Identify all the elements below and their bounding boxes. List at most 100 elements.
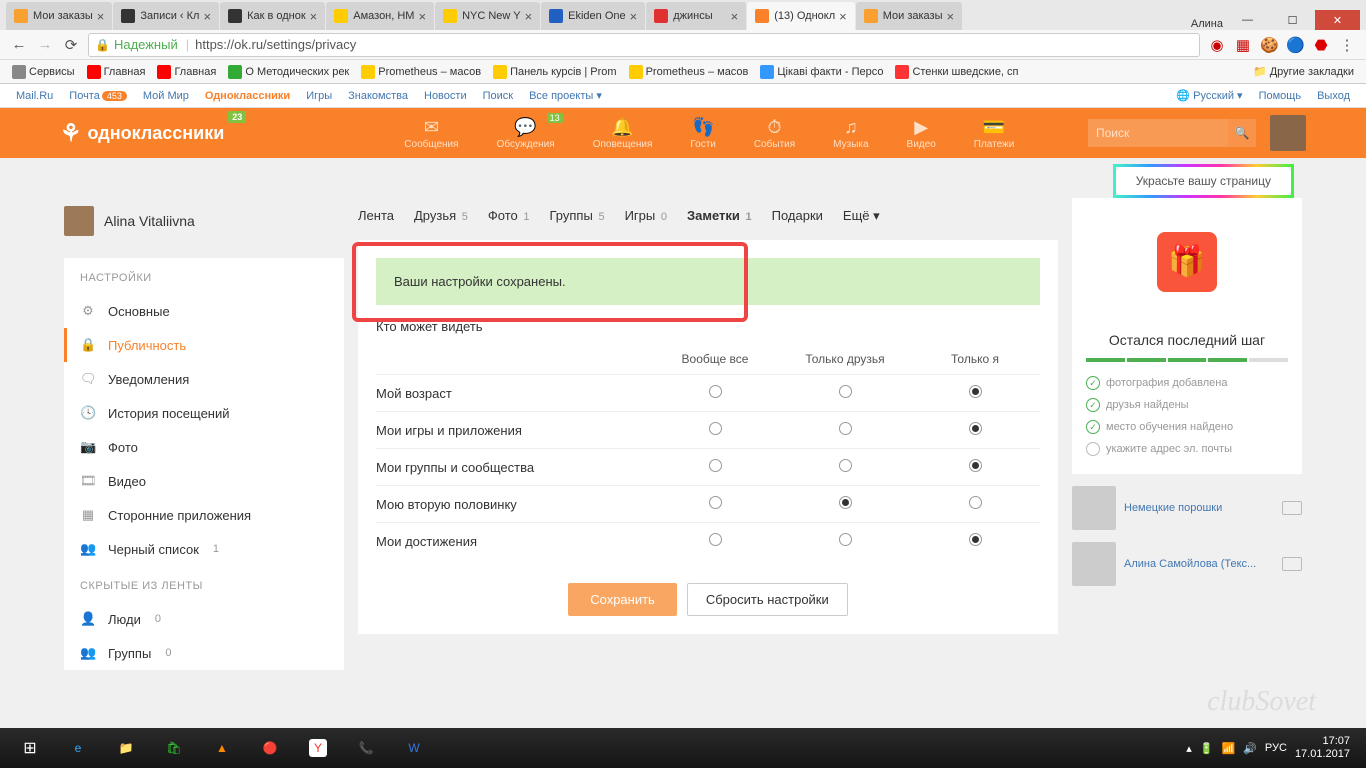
bookmark-item[interactable]: Prometheus – масов [357,63,485,81]
close-tab-icon[interactable]: × [630,9,638,24]
sidebar-item[interactable]: 👤Люди0 [64,602,344,636]
onboarding-step[interactable]: ✓друзья найдены [1086,394,1288,416]
chrome-user[interactable]: Алина [1189,18,1225,30]
profile-tab[interactable]: Игры 0 [625,208,667,224]
radio-button[interactable] [969,533,982,546]
reload-button[interactable]: ⟳ [62,36,80,54]
nav-Видео[interactable]: ▶Видео [907,117,936,150]
taskbar-viber[interactable]: 📞 [342,731,390,765]
extension-icon[interactable]: ◉ [1208,36,1226,54]
sidebar-ad[interactable]: Немецкие порошки [1072,486,1302,530]
browser-tab[interactable]: джинсы× [646,2,746,30]
browser-tab[interactable]: Как в однок× [220,2,325,30]
bookmark-item[interactable]: Цікаві факти - Персо [756,63,887,81]
search-button[interactable]: 🔍 [1228,119,1256,147]
close-tab-icon[interactable]: × [310,9,318,24]
close-window-button[interactable]: ✕ [1315,10,1360,30]
radio-button[interactable] [969,385,982,398]
taskbar-explorer[interactable]: 📁 [102,731,150,765]
mailru-link[interactable]: Одноклассники [205,90,290,102]
browser-tab[interactable]: Мои заказы× [856,2,962,30]
minimize-button[interactable]: — [1225,10,1270,30]
browser-tab[interactable]: Мои заказы× [6,2,112,30]
taskbar-ie[interactable]: e [54,731,102,765]
onboarding-step[interactable]: ✓место обучения найдено [1086,416,1288,438]
decorate-page-button[interactable]: Украсьте вашу страницу [1113,164,1294,198]
onboarding-step[interactable]: укажите адрес эл. почты [1086,438,1288,460]
close-tab-icon[interactable]: × [97,9,105,24]
onboarding-step[interactable]: ✓фотография добавлена [1086,372,1288,394]
mailru-link[interactable]: Mail.Ru [16,90,53,102]
close-tab-icon[interactable]: × [525,9,533,24]
other-bookmarks[interactable]: 📁 Другие закладки [1249,63,1358,80]
radio-button[interactable] [839,422,852,435]
radio-button[interactable] [969,496,982,509]
language-selector[interactable]: 🌐 Русский ▾ [1176,89,1242,102]
message-icon[interactable] [1282,557,1302,571]
bookmark-item[interactable]: Главная [83,63,150,81]
system-tray[interactable]: ▴ 🔋 📶 🔊 РУС 17:07 17.01.2017 [1186,735,1360,761]
taskbar-vlc[interactable]: ▲ [198,731,246,765]
radio-button[interactable] [839,496,852,509]
taskbar-chrome[interactable]: 🔴 [246,731,294,765]
radio-button[interactable] [709,496,722,509]
sidebar-item[interactable]: ⚙Основные [64,294,344,328]
nav-События[interactable]: ⏱События [754,117,795,150]
browser-tab[interactable]: (13) Однокл× [747,2,855,30]
extension-icon[interactable]: 🍪 [1260,36,1278,54]
nav-Сообщения[interactable]: ✉Сообщения [404,117,458,150]
bookmark-item[interactable]: Prometheus – масов [625,63,753,81]
mailru-link[interactable]: Игры [306,90,332,102]
sidebar-item[interactable]: 🗨Уведомления [64,362,344,396]
browser-tab[interactable]: Ekiden One× [541,2,645,30]
radio-button[interactable] [839,533,852,546]
user-avatar[interactable] [1270,115,1306,151]
forward-button[interactable]: → [36,36,54,53]
maximize-button[interactable]: ☐ [1270,10,1315,30]
radio-button[interactable] [709,533,722,546]
extension-icon[interactable]: ▦ [1234,36,1252,54]
taskbar-word[interactable]: W [390,731,438,765]
sidebar-item[interactable]: 👥Группы0 [64,636,344,670]
radio-button[interactable] [969,422,982,435]
nav-Платежи[interactable]: 💳Платежи [974,117,1015,150]
mailru-link[interactable]: Почта453 [69,90,127,102]
taskbar-store[interactable]: 🛍 [150,731,198,765]
taskbar-yandex[interactable]: Y [294,731,342,765]
mailru-link[interactable]: Знакомства [348,90,408,102]
profile-tab[interactable]: Подарки [772,208,823,224]
tray-up-icon[interactable]: ▴ [1186,742,1192,755]
profile-tab[interactable]: Ещё ▾ [843,208,880,224]
radio-button[interactable] [839,459,852,472]
ok-logo[interactable]: ⚘ одноклассники 23 [60,119,224,148]
radio-button[interactable] [839,385,852,398]
profile-link[interactable]: Alina Vitaliivna [64,198,344,244]
profile-tab[interactable]: Группы 5 [550,208,605,224]
browser-tab[interactable]: Амазон, НМ× [326,2,434,30]
message-icon[interactable] [1282,501,1302,515]
chrome-menu-button[interactable]: ⋮ [1338,36,1356,54]
sidebar-item[interactable]: 🕓История посещений [64,396,344,430]
bookmark-item[interactable]: Сервисы [8,63,79,81]
sidebar-item[interactable]: 🎞Видео [64,464,344,498]
back-button[interactable]: ← [10,36,28,53]
sidebar-item[interactable]: 🔒Публичность [64,328,344,362]
nav-Обсуждения[interactable]: 💬Обсуждения13 [497,117,555,150]
sidebar-item[interactable]: 📷Фото [64,430,344,464]
extension-icon[interactable]: 🔵 [1286,36,1304,54]
language-indicator[interactable]: РУС [1265,742,1287,754]
save-button[interactable]: Сохранить [568,583,677,616]
nav-Музыка[interactable]: ♫Музыка [833,117,868,150]
profile-tab[interactable]: Лента [358,208,394,224]
mailru-link[interactable]: Все проекты ▾ [529,89,602,102]
close-tab-icon[interactable]: × [203,9,211,24]
nav-Гости[interactable]: 👣Гости [690,117,715,150]
bookmark-item[interactable]: Стенки шведские, сп [891,63,1022,81]
radio-button[interactable] [709,385,722,398]
help-link[interactable]: Помощь [1259,90,1302,102]
reset-button[interactable]: Сбросить настройки [687,583,848,616]
sidebar-item[interactable]: ▦Сторонние приложения [64,498,344,532]
close-tab-icon[interactable]: × [947,9,955,24]
radio-button[interactable] [709,459,722,472]
adblock-icon[interactable]: ⬣ [1312,36,1330,54]
